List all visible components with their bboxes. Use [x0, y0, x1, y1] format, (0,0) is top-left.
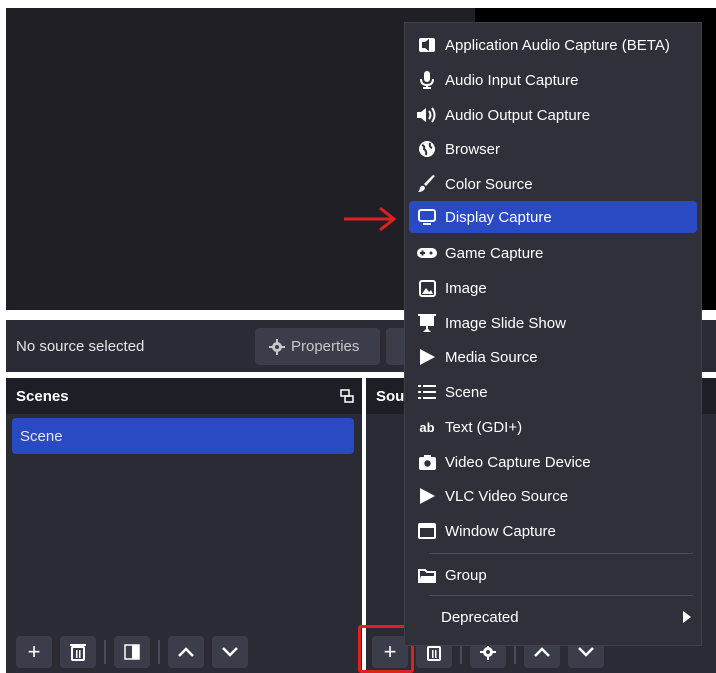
no-source-label: No source selected	[16, 338, 145, 355]
undock-icon[interactable]	[340, 389, 354, 403]
menu-separator	[429, 595, 693, 596]
menu-item-label: Audio Input Capture	[445, 71, 579, 89]
filter-icon	[124, 644, 140, 660]
monitor-icon	[417, 207, 437, 227]
menu-item-label: Image	[445, 279, 487, 297]
scene-filters-button[interactable]	[114, 636, 150, 668]
menu-item-label: Window Capture	[445, 522, 556, 540]
app-audio-icon	[417, 35, 437, 55]
menu-item-group[interactable]: Group	[409, 559, 697, 591]
folder-icon	[417, 565, 437, 585]
sources-title: Sou	[376, 387, 405, 405]
scenes-title: Scenes	[16, 387, 69, 405]
menu-separator	[429, 553, 693, 554]
menu-item-image-slide-show[interactable]: Image Slide Show	[409, 307, 697, 339]
trash-icon	[70, 644, 86, 661]
plus-icon: +	[27, 639, 41, 664]
scenes-toolbar: +	[16, 636, 248, 670]
menu-item-label: Deprecated	[441, 608, 519, 626]
menu-item-video-capture-device[interactable]: Video Capture Device	[409, 446, 697, 478]
menu-item-window-capture[interactable]: Window Capture	[409, 515, 697, 547]
menu-item-text-gdi[interactable]: ab Text (GDI+)	[409, 411, 697, 443]
slideshow-icon	[417, 313, 437, 333]
properties-label: Properties	[291, 338, 360, 355]
menu-item-vlc-video-source[interactable]: VLC Video Source	[409, 480, 697, 512]
scene-list-item[interactable]: Scene	[12, 418, 354, 454]
chevron-down-icon	[222, 647, 238, 657]
speaker-icon	[417, 105, 437, 125]
menu-item-label: Browser	[445, 140, 501, 158]
camera-icon	[417, 452, 437, 472]
menu-item-deprecated[interactable]: Deprecated	[409, 601, 697, 633]
paintbrush-icon	[417, 174, 437, 194]
chevron-up-icon	[178, 647, 194, 657]
play-icon	[417, 347, 437, 367]
add-source-menu: Application Audio Capture (BETA) Audio I…	[404, 22, 702, 646]
text-icon: ab	[419, 419, 435, 435]
menu-item-display-capture[interactable]: Display Capture	[409, 201, 697, 233]
menu-item-label: Audio Output Capture	[445, 106, 591, 124]
microphone-icon	[417, 70, 437, 90]
menu-item-label: Game Capture	[445, 244, 544, 262]
submenu-arrow-icon	[683, 610, 691, 627]
menu-item-color-source[interactable]: Color Source	[409, 168, 697, 200]
globe-icon	[417, 139, 437, 159]
menu-item-label: Scene	[445, 383, 488, 401]
scenes-dock-header: Scenes	[6, 378, 362, 414]
move-scene-down-button[interactable]	[212, 636, 248, 668]
chevron-down-icon	[578, 647, 594, 657]
menu-item-label: Group	[445, 566, 487, 584]
menu-item-label: Video Capture Device	[445, 453, 591, 471]
obs-window: No source selected Properties Scenes Sce…	[0, 0, 716, 673]
chevron-up-icon	[534, 647, 550, 657]
toolbar-separator	[104, 640, 106, 664]
menu-item-label: VLC Video Source	[445, 487, 569, 505]
remove-scene-button[interactable]	[60, 636, 96, 668]
scene-item-label: Scene	[20, 427, 63, 445]
move-scene-up-button[interactable]	[168, 636, 204, 668]
menu-item-label: Color Source	[445, 175, 533, 193]
add-scene-button[interactable]: +	[16, 636, 52, 668]
menu-item-label: Display Capture	[445, 208, 552, 226]
scenes-dock: Scenes Scene	[6, 378, 362, 673]
menu-item-audio-input-capture[interactable]: Audio Input Capture	[409, 64, 697, 96]
toolbar-separator	[158, 640, 160, 664]
menu-item-label: Text (GDI+)	[445, 418, 523, 436]
menu-item-scene[interactable]: Scene	[409, 376, 697, 408]
menu-item-label: Image Slide Show	[445, 314, 566, 332]
gear-icon	[269, 338, 285, 355]
window-icon	[417, 521, 437, 541]
menu-item-audio-output-capture[interactable]: Audio Output Capture	[409, 99, 697, 131]
properties-button[interactable]: Properties	[255, 328, 380, 365]
menu-item-browser[interactable]: Browser	[409, 133, 697, 165]
menu-item-game-capture[interactable]: Game Capture	[409, 237, 697, 269]
play-icon	[417, 486, 437, 506]
list-icon	[417, 382, 437, 402]
menu-item-label: Media Source	[445, 348, 538, 366]
gamepad-icon	[417, 243, 437, 263]
menu-item-image[interactable]: Image	[409, 272, 697, 304]
menu-item-label: Application Audio Capture (BETA)	[445, 36, 670, 54]
gear-icon	[480, 644, 496, 660]
red-arrow-annotation	[344, 206, 397, 232]
menu-item-application-audio-capture[interactable]: Application Audio Capture (BETA)	[409, 29, 697, 61]
image-icon	[417, 278, 437, 298]
menu-item-media-source[interactable]: Media Source	[409, 341, 697, 373]
